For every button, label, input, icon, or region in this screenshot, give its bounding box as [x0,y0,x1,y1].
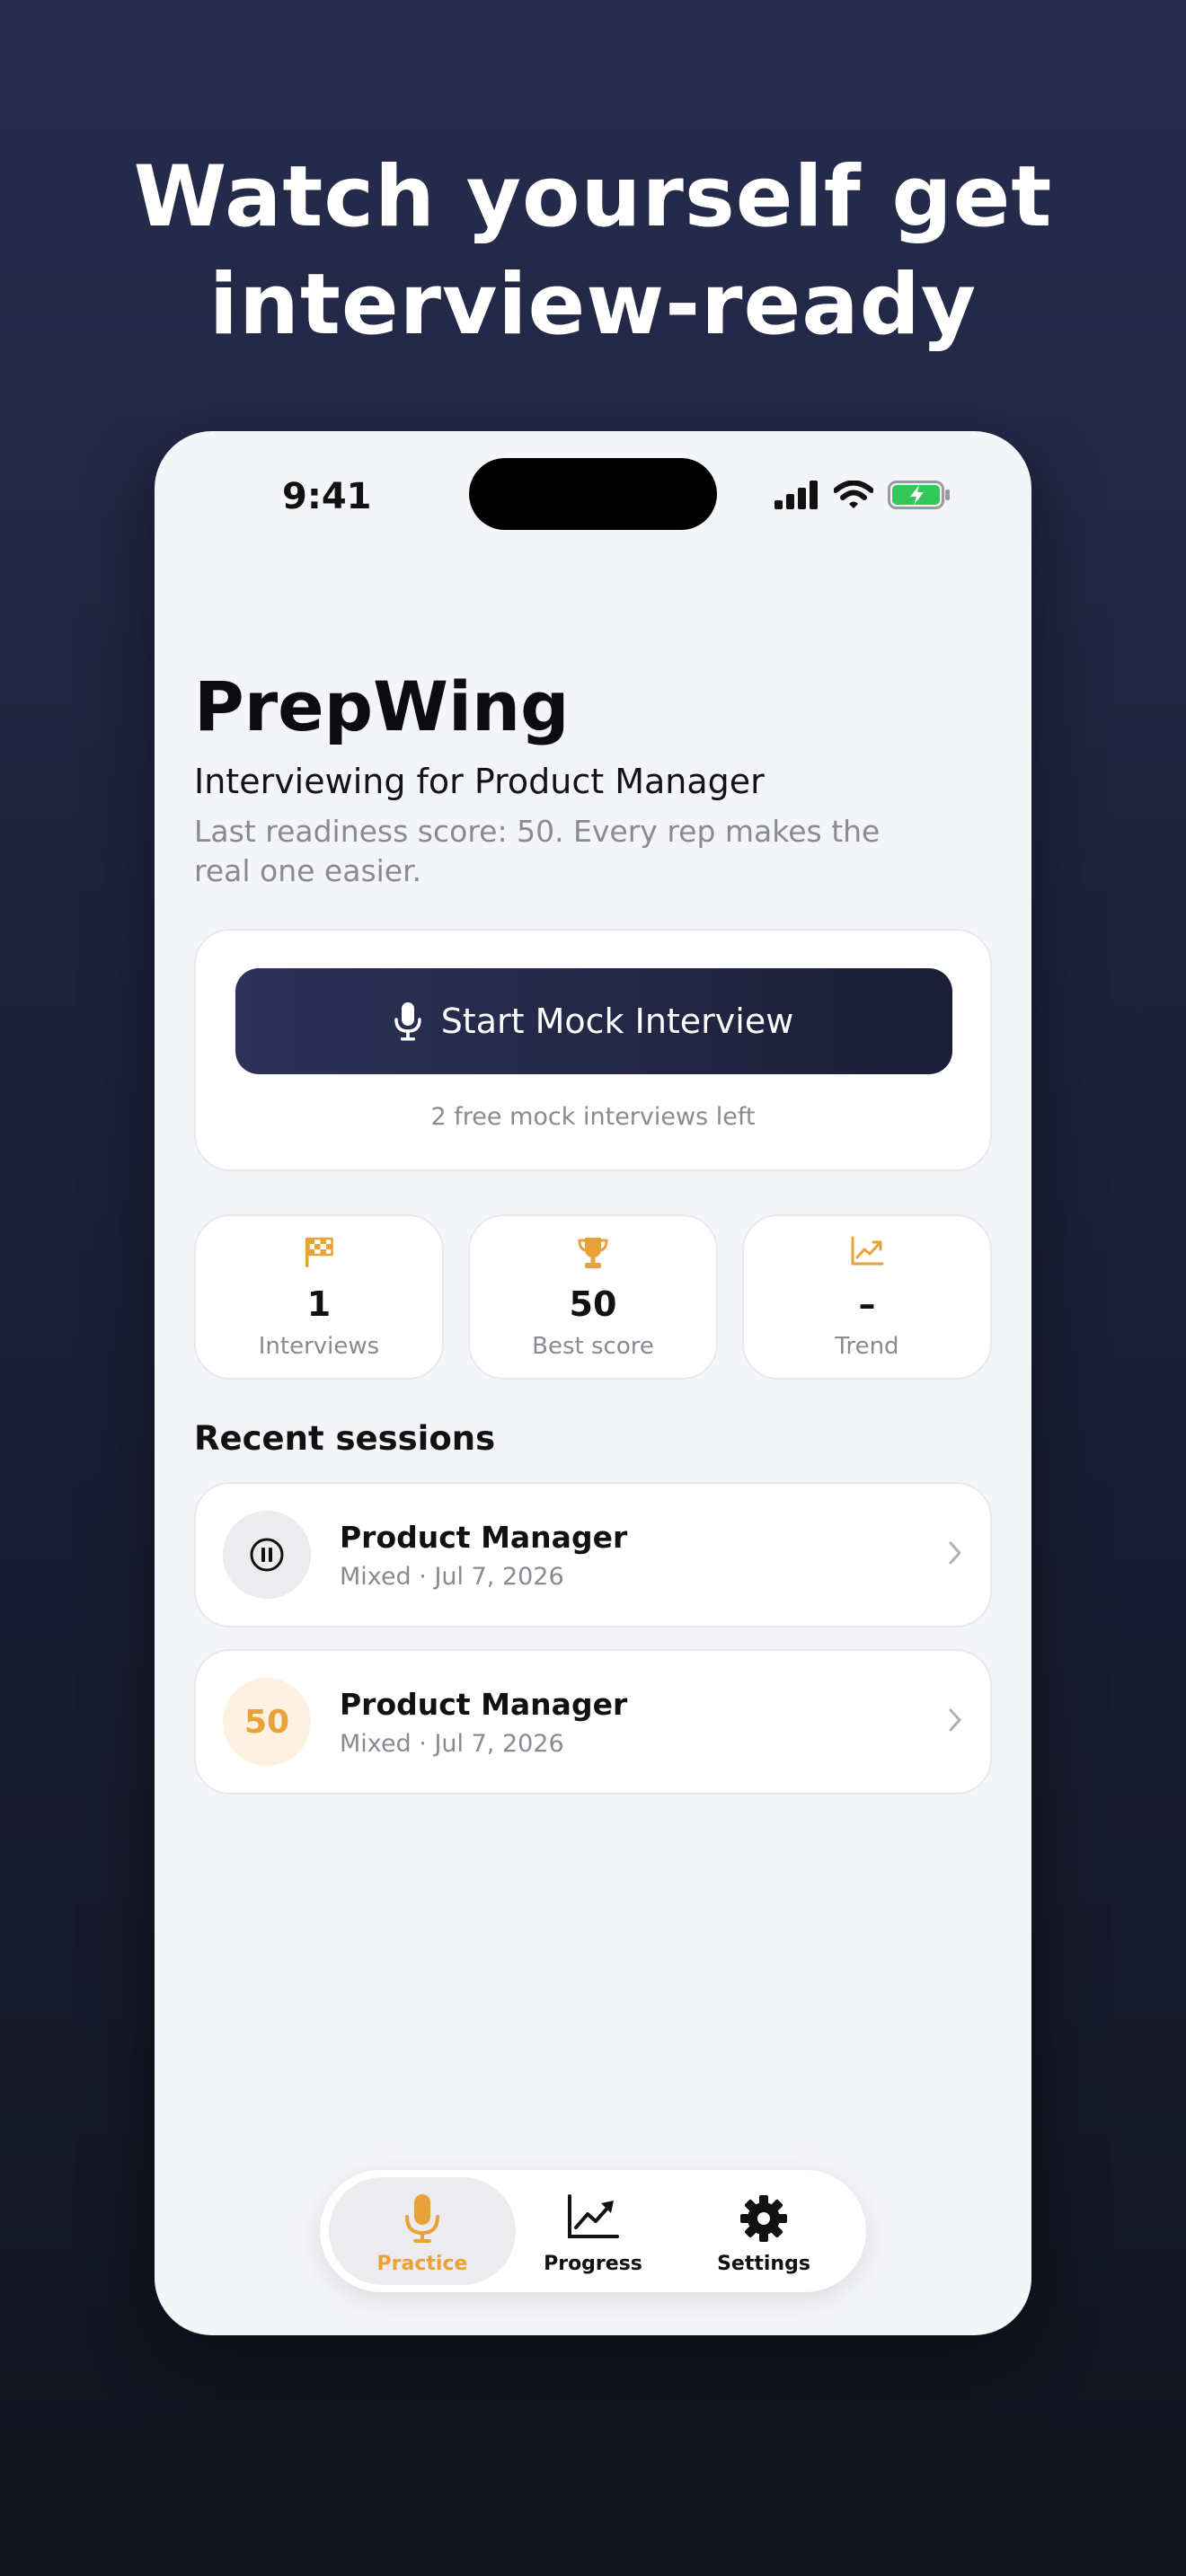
session-meta: Mixed · Jul 7, 2026 [340,1563,564,1591]
status-time: 9:41 [282,476,372,517]
battery-charging-icon [888,481,950,509]
tab-settings[interactable]: Settings [670,2177,857,2285]
stat-label: Interviews [258,1333,380,1360]
stat-value: – [858,1284,876,1324]
app-subtitle: Interviewing for Product Manager [194,762,765,801]
dynamic-island [469,458,717,530]
recent-sessions-title: Recent sessions [194,1419,496,1458]
free-interviews-note: 2 free mock interviews left [430,1103,756,1131]
status-bar: 9:41 [155,431,1031,557]
session-badge [223,1511,311,1599]
headline-line-2: interview-ready [208,256,978,354]
stat-card-trend: – Trend [742,1214,992,1380]
tab-label: Practice [376,2253,468,2275]
stat-label: Best score [532,1333,654,1360]
tab-label: Settings [717,2253,810,2275]
session-title: Product Manager [340,1687,628,1722]
session-row[interactable]: Product Manager Mixed · Jul 7, 2026 [194,1482,992,1628]
status-icons [774,480,951,510]
session-score-badge: 50 [223,1678,311,1766]
chevron-right-icon [949,1708,961,1732]
stat-value: 50 [569,1284,617,1324]
cellular-signal-icon [774,481,818,509]
checkered-flag-icon [305,1237,333,1267]
start-mock-interview-button[interactable]: Start Mock Interview [235,968,952,1074]
gear-icon [740,2195,787,2242]
session-score: 50 [243,1703,290,1741]
stat-card-best-score: 50 Best score [468,1214,718,1380]
readiness-description: Last readiness score: 50. Every rep make… [194,814,881,888]
app-title: PrepWing [194,666,570,746]
wifi-icon [834,481,873,508]
session-row[interactable]: 50 Product Manager Mixed · Jul 7, 2026 [194,1649,992,1795]
tab-bar: Practice Progress Settings [320,2170,866,2292]
session-meta: Mixed · Jul 7, 2026 [340,1730,564,1758]
chevron-right-icon [949,1541,961,1565]
start-button-label: Start Mock Interview [440,1001,794,1041]
microphone-icon [405,2194,439,2243]
stats-row: 1 Interviews 50 Best score – Trend [194,1214,992,1380]
headline-line-1: Watch yourself get [133,148,1053,246]
tab-label: Progress [544,2253,642,2275]
session-title: Product Manager [340,1520,628,1555]
phone-screen: 9:41 PrepWing Interviewing for Product M… [155,431,1031,2335]
stat-card-interviews: 1 Interviews [194,1214,444,1380]
tab-practice[interactable]: Practice [329,2177,516,2285]
trophy-icon [578,1238,608,1268]
chart-up-icon [568,2194,619,2238]
marketing-headline: Watch yourself get interview-ready [0,144,1186,359]
pause-icon [250,1538,284,1572]
trend-chart-icon [851,1236,884,1266]
start-interview-card: Start Mock Interview 2 free mock intervi… [194,929,992,1171]
stat-label: Trend [835,1333,899,1360]
tab-progress[interactable]: Progress [500,2177,686,2285]
microphone-icon [394,1002,421,1041]
stat-value: 1 [306,1284,332,1324]
